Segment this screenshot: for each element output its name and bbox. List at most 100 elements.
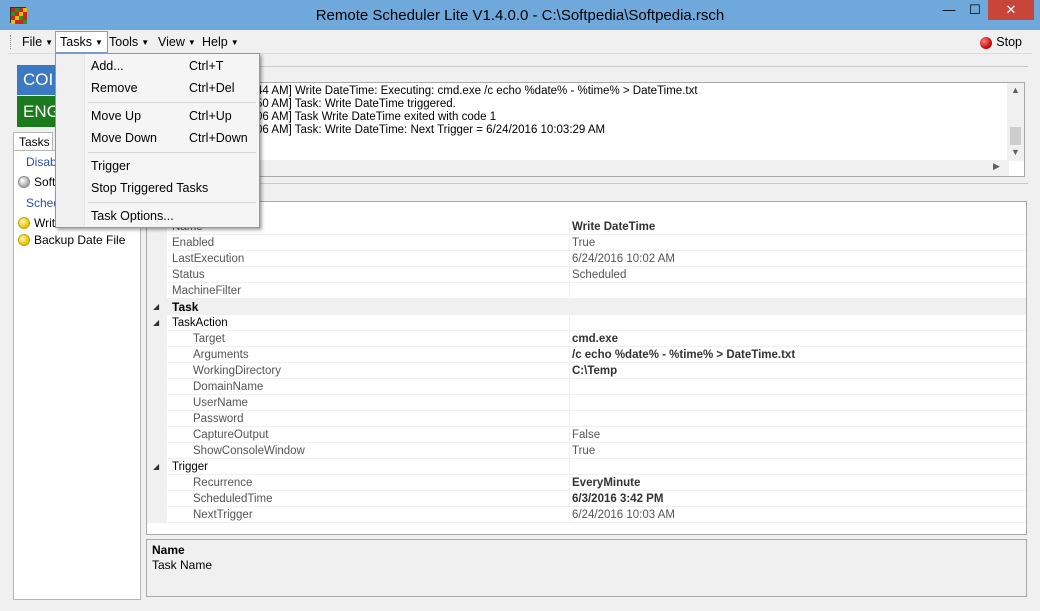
log-line: 06 AM] Task: Write DateTime: Next Trigge… — [256, 124, 606, 136]
column-divider — [569, 411, 570, 427]
chevron-down-icon: ▼ — [230, 37, 239, 47]
property-row-status[interactable]: Status Scheduled — [147, 267, 1026, 283]
menu-item-shortcut: Ctrl+Del — [189, 81, 235, 95]
scroll-right-icon[interactable]: ▶ — [993, 161, 1000, 172]
property-name: Recurrence — [193, 477, 253, 489]
window-title: Remote Scheduler Lite V1.4.0.0 - C:\Soft… — [315, 7, 725, 24]
log-output[interactable]: 44 AM] Write DateTime: Executing: cmd.ex… — [251, 82, 1025, 177]
scroll-down-icon[interactable]: ▼ — [1007, 147, 1024, 157]
scroll-up-icon[interactable]: ▲ — [1007, 85, 1024, 95]
log-group-border — [146, 66, 1028, 67]
menu-file[interactable]: File ▼ — [18, 32, 57, 52]
property-row-nexttrigger[interactable]: NextTrigger 6/24/2016 10:03 AM — [147, 507, 1026, 523]
menu-item-label: Task Options... — [91, 209, 174, 223]
property-row-machinefilter[interactable]: MachineFilter — [147, 283, 1026, 299]
description-text: Task Name — [152, 558, 213, 572]
menu-grip — [10, 35, 14, 49]
log-line: 50 AM] Task: Write DateTime triggered. — [256, 98, 456, 110]
column-divider — [569, 363, 570, 379]
property-category-task[interactable]: ◢ Task — [147, 299, 1026, 315]
property-name: UserName — [193, 397, 248, 409]
column-divider — [569, 283, 570, 299]
property-row-recurrence[interactable]: Recurrence EveryMinute — [147, 475, 1026, 491]
property-row-arguments[interactable]: Arguments/c echo %date% - %time% > DateT… — [147, 347, 1026, 363]
maximize-button[interactable]: ☐ — [960, 0, 990, 20]
log-line: 06 AM] Task Write DateTime exited with c… — [256, 111, 497, 123]
log-line: 44 AM] Write DateTime: Executing: cmd.ex… — [256, 85, 698, 97]
property-row-showconsolewindow[interactable]: ShowConsoleWindow True — [147, 443, 1026, 459]
menu-item-move-up[interactable]: Move Up Ctrl+Up — [91, 106, 256, 126]
property-value: 6/24/2016 10:02 AM — [572, 253, 675, 265]
subcategory-name: TaskAction — [172, 317, 228, 329]
tree-task-label: Backup Date File — [34, 233, 126, 247]
property-row-captureoutput[interactable]: CaptureOutput False — [147, 427, 1026, 443]
subcategory-name: Trigger — [172, 461, 208, 473]
property-row-username[interactable]: UserName — [147, 395, 1026, 411]
chevron-down-icon: ▼ — [94, 37, 103, 47]
property-value: 6/24/2016 10:03 AM — [572, 509, 675, 521]
log-horizontal-scrollbar[interactable]: ▶ — [252, 160, 1009, 176]
property-name: MachineFilter — [172, 285, 242, 297]
menu-help[interactable]: Help ▼ — [198, 32, 243, 52]
menu-tasks-label: Tasks — [60, 35, 92, 49]
menu-item-task-options[interactable]: Task Options... — [91, 206, 256, 226]
menu-tasks[interactable]: Tasks ▼ — [55, 31, 108, 53]
property-row-password[interactable]: Password — [147, 411, 1026, 427]
menu-view-label: View — [158, 35, 185, 49]
menu-item-label: Stop Triggered Tasks — [91, 181, 209, 195]
property-row-scheduledtime[interactable]: ScheduledTime 6/3/2016 3:42 PM — [147, 491, 1026, 507]
close-button[interactable]: ✕ — [988, 0, 1034, 20]
column-divider — [569, 315, 570, 331]
property-description-panel: Name Task Name — [146, 539, 1027, 597]
property-row-lastexecution[interactable]: LastExecution 6/24/2016 10:02 AM — [147, 251, 1026, 267]
scroll-thumb[interactable] — [1010, 127, 1021, 145]
splitter[interactable] — [146, 183, 1028, 184]
menu-item-label: Remove — [91, 81, 138, 95]
row-gutter — [147, 491, 167, 507]
column-divider — [569, 347, 570, 363]
tasks-dropdown-menu: Add... Ctrl+T Remove Ctrl+Del Move Up Ctrl+… — [55, 53, 260, 228]
property-row-domainname[interactable]: DomainName — [147, 379, 1026, 395]
menu-item-add[interactable]: Add... Ctrl+T — [91, 56, 256, 76]
menu-item-trigger[interactable]: Trigger — [91, 156, 256, 176]
menu-separator — [88, 102, 256, 103]
property-subcategory-taskaction[interactable]: ◢ TaskAction — [147, 315, 1026, 331]
property-subcategory-trigger[interactable]: ◢ Trigger — [147, 459, 1026, 475]
property-row-workingdirectory[interactable]: WorkingDirectory C:\Temp — [147, 363, 1026, 379]
menu-view[interactable]: View ▼ — [154, 32, 200, 52]
property-row-target[interactable]: Target cmd.exe — [147, 331, 1026, 347]
row-gutter — [147, 331, 167, 347]
property-value: /c echo %date% - %time% > DateTime.txt — [572, 349, 796, 361]
row-gutter — [147, 235, 167, 251]
property-name: ShowConsoleWindow — [193, 445, 305, 457]
menu-item-shortcut: Ctrl+Down — [189, 131, 248, 145]
stop-button[interactable]: Stop — [980, 34, 1022, 50]
collapse-triangle-icon[interactable]: ◢ — [153, 299, 159, 315]
menu-item-remove[interactable]: Remove Ctrl+Del — [91, 78, 256, 98]
property-value: C:\Temp — [572, 365, 618, 377]
tree-task-backup[interactable]: Backup Date File — [18, 230, 125, 250]
property-name: NextTrigger — [193, 509, 253, 521]
property-grid[interactable]: NameWrite DateTime Enabled True LastExecu… — [146, 201, 1027, 535]
menu-item-move-down[interactable]: Move Down Ctrl+Down — [91, 128, 256, 148]
property-row-name[interactable]: NameWrite DateTime — [147, 219, 1026, 235]
collapse-triangle-icon[interactable]: ◢ — [153, 315, 159, 331]
row-gutter — [147, 411, 167, 427]
collapse-triangle-icon[interactable]: ◢ — [153, 459, 159, 475]
property-row-enabled[interactable]: Enabled True — [147, 235, 1026, 251]
tab-tasks[interactable]: Tasks — [13, 132, 53, 150]
column-divider — [569, 379, 570, 395]
menu-separator — [88, 152, 256, 153]
property-value: 6/3/2016 3:42 PM — [572, 493, 664, 505]
menu-item-stop-triggered-tasks[interactable]: Stop Triggered Tasks — [91, 178, 256, 198]
log-vertical-scrollbar[interactable]: ▲ ▼ — [1007, 83, 1024, 161]
tree-group-disabled[interactable]: Disab — [26, 152, 57, 172]
title-bar: Remote Scheduler Lite V1.4.0.0 - C:\Soft… — [0, 0, 1040, 30]
menu-tools[interactable]: Tools ▼ — [105, 32, 153, 52]
row-gutter — [147, 443, 167, 459]
column-divider — [569, 443, 570, 459]
property-value: EveryMinute — [572, 477, 641, 489]
menu-item-label: Move Up — [91, 109, 142, 123]
log-group: 44 AM] Write DateTime: Executing: cmd.ex… — [146, 62, 1028, 177]
property-value: Scheduled — [572, 269, 627, 281]
